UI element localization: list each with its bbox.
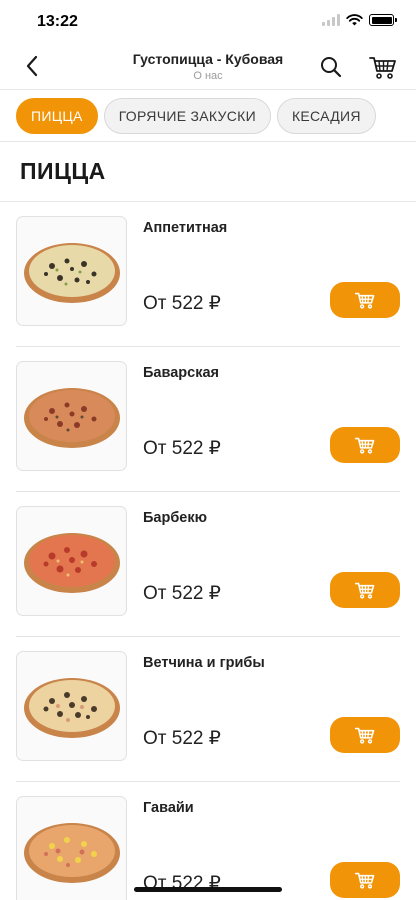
nav-header: Густопицца - Кубовая О нас [0,44,416,90]
about-link[interactable]: О нас [0,70,416,82]
product-image [16,216,127,326]
tab-hot-snacks[interactable]: ГОРЯЧИЕ ЗАКУСКИ [103,97,271,134]
add-to-cart-button[interactable] [330,862,400,898]
add-to-cart-button[interactable] [330,717,400,753]
product-name: Баварская [143,365,219,381]
product-image [16,796,127,900]
add-to-cart-button[interactable] [330,427,400,463]
add-to-cart-button[interactable] [330,282,400,318]
cart-icon [354,437,375,454]
product-item[interactable]: Ветчина и грибы От 522 ₽ [0,637,416,782]
product-image [16,506,127,616]
pizza-image [23,678,120,738]
home-indicator[interactable] [134,887,282,892]
cart-button[interactable] [368,53,398,81]
product-name: Барбекю [143,510,208,526]
product-price: От 522 ₽ [143,438,221,459]
pizza-image [23,388,120,448]
cart-icon [354,292,375,309]
add-to-cart-button[interactable] [330,572,400,608]
product-item[interactable]: Баварская От 522 ₽ [0,347,416,492]
search-icon [321,57,342,78]
product-item[interactable]: Барбекю От 522 ₽ [0,492,416,637]
battery-icon [369,14,397,26]
tab-quesadilla[interactable]: КЕСАДИЯ [276,97,376,134]
section-title: ПИЦЦА [0,142,416,202]
cart-icon [354,727,375,744]
cart-icon [354,582,375,599]
product-image [16,651,127,761]
pizza-image [23,243,120,303]
cellular-signal-icon [322,14,340,26]
product-price: От 522 ₽ [143,583,221,604]
category-tabs: ПИЦЦА ГОРЯЧИЕ ЗАКУСКИ КЕСАДИЯ [0,90,416,142]
product-image [16,361,127,471]
page-title: Густопицца - Кубовая [132,51,284,67]
product-name: Ветчина и грибы [143,655,265,671]
product-item[interactable]: Гавайи От 522 ₽ [0,782,416,900]
product-list: Аппетитная От 522 ₽ Баварская От 522 ₽ Б… [0,202,416,900]
status-bar: 13:22 [0,0,416,44]
product-price: От 522 ₽ [143,293,221,314]
cart-icon [369,57,396,79]
status-icons [322,14,397,26]
wifi-icon [346,14,363,26]
cart-icon [354,872,375,889]
pizza-image [23,533,120,593]
status-time: 13:22 [37,13,78,30]
pizza-image [23,823,120,883]
product-price: От 522 ₽ [143,728,221,749]
tab-pizza[interactable]: ПИЦЦА [16,97,98,134]
search-button[interactable] [318,54,344,80]
product-name: Гавайи [143,800,194,816]
product-item[interactable]: Аппетитная От 522 ₽ [0,202,416,347]
product-name: Аппетитная [143,220,228,236]
